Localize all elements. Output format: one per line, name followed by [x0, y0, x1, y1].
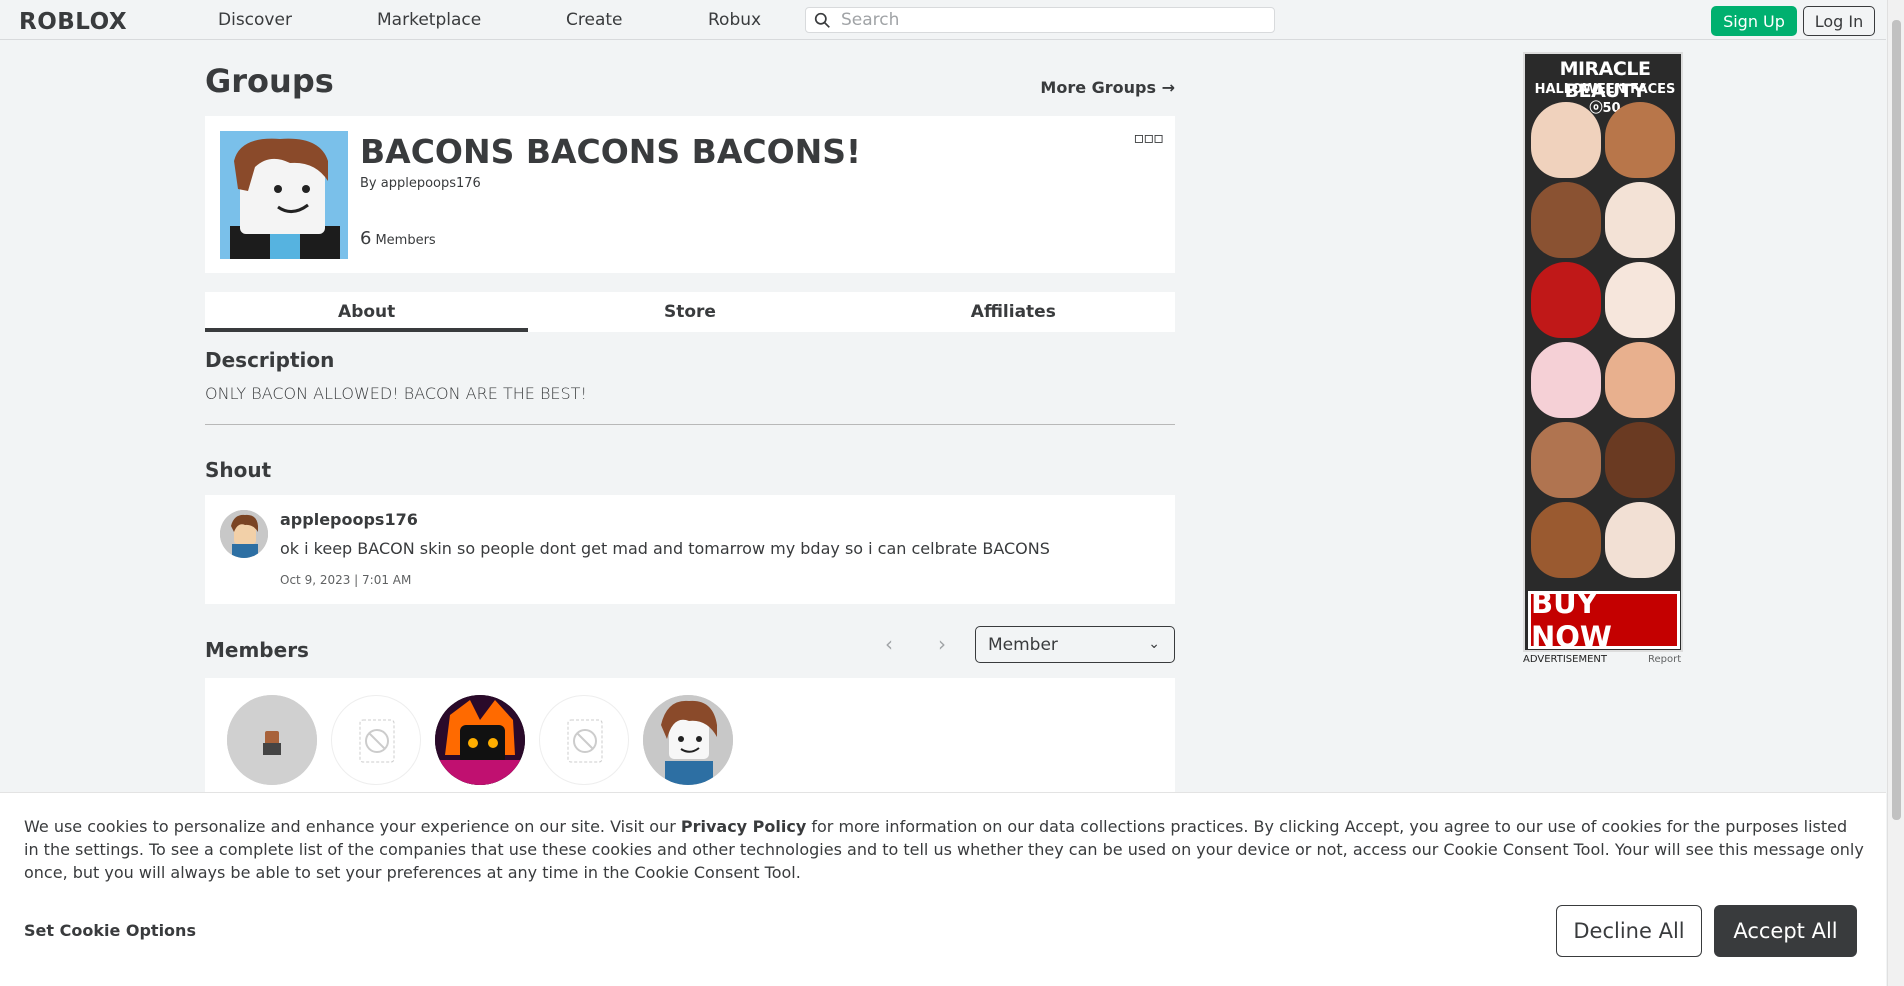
shout-author-link[interactable]: applepoops176: [280, 510, 418, 529]
member-avatar[interactable]: [435, 695, 525, 785]
members-heading: Members: [205, 638, 309, 662]
shout-heading: Shout: [205, 458, 272, 482]
page-title: Groups: [205, 62, 334, 100]
nav-robux[interactable]: Robux: [708, 10, 761, 30]
decline-all-button[interactable]: Decline All: [1556, 905, 1702, 957]
role-select-value: Member: [988, 634, 1058, 655]
scrollbar-thumb[interactable]: [1892, 20, 1901, 820]
tab-about[interactable]: About: [205, 292, 529, 332]
search-icon: [814, 12, 830, 28]
nav-discover[interactable]: Discover: [218, 10, 292, 30]
group-header-card: BACONS BACONS BACONS! By applepoops176 6…: [205, 116, 1175, 273]
tab-affiliates[interactable]: Affiliates: [852, 292, 1175, 332]
sign-up-button[interactable]: Sign Up: [1711, 6, 1797, 36]
privacy-policy-link[interactable]: Privacy Policy: [681, 817, 806, 836]
page-scrollbar[interactable]: [1887, 0, 1904, 986]
nav-marketplace[interactable]: Marketplace: [377, 10, 481, 30]
role-select[interactable]: Member ⌄: [975, 626, 1175, 663]
group-owner-link[interactable]: By applepoops176: [360, 176, 481, 191]
accept-all-button[interactable]: Accept All: [1714, 905, 1857, 957]
chevron-down-icon: ⌄: [1148, 636, 1160, 652]
cookie-text-part1: We use cookies to personalize and enhanc…: [24, 817, 681, 836]
description-text: ONLY BACON ALLOWED! BACON ARE THE BEST!: [205, 384, 587, 403]
group-emblem: [220, 131, 348, 259]
member-avatar[interactable]: [227, 695, 317, 785]
advertisement-banner[interactable]: MIRACLE BEAUTY HALLOWEEN FACES ⓞ50 BUY N…: [1523, 52, 1683, 652]
more-groups-link[interactable]: More Groups →: [1040, 78, 1175, 97]
description-heading: Description: [205, 348, 335, 372]
member-avatar-unavailable[interactable]: [539, 695, 629, 785]
member-count-value: 6: [360, 228, 372, 249]
nav-create[interactable]: Create: [566, 10, 623, 30]
search-input[interactable]: [841, 10, 1241, 30]
log-in-button[interactable]: Log In: [1803, 6, 1875, 36]
shout-timestamp: Oct 9, 2023 | 7:01 AM: [280, 573, 412, 587]
chevron-right-icon[interactable]: ›: [938, 632, 946, 656]
group-tabs: About Store Affiliates: [205, 292, 1175, 332]
set-cookie-options-link[interactable]: Set Cookie Options: [24, 921, 196, 940]
tab-store[interactable]: Store: [528, 292, 851, 332]
top-navigation-bar: ROBLOX Discover Marketplace Create Robux…: [0, 0, 1886, 40]
shout-message: ok i keep BACON skin so people dont get …: [280, 539, 1050, 558]
member-count-label: Members: [375, 233, 436, 248]
member-avatar-unavailable[interactable]: [331, 695, 421, 785]
member-count: 6 Members: [360, 228, 436, 249]
advertisement-label: ADVERTISEMENT: [1523, 654, 1608, 665]
chevron-left-icon[interactable]: ‹: [885, 632, 893, 656]
group-name: BACONS BACONS BACONS!: [360, 132, 862, 171]
cookie-consent-banner: We use cookies to personalize and enhanc…: [0, 792, 1886, 986]
roblox-logo[interactable]: ROBLOX: [19, 9, 127, 35]
member-avatar[interactable]: [643, 695, 733, 785]
shout-card: applepoops176 ok i keep BACON skin so pe…: [205, 495, 1175, 604]
report-ad-link[interactable]: Report: [1648, 654, 1681, 665]
more-options-icon[interactable]: ▫▫▫: [1133, 128, 1164, 147]
section-divider: [205, 424, 1175, 425]
ad-buy-now-button[interactable]: BUY NOW: [1528, 586, 1680, 650]
cookie-consent-text: We use cookies to personalize and enhanc…: [24, 815, 1864, 884]
avatar[interactable]: [220, 510, 268, 558]
search-box[interactable]: [805, 7, 1275, 33]
